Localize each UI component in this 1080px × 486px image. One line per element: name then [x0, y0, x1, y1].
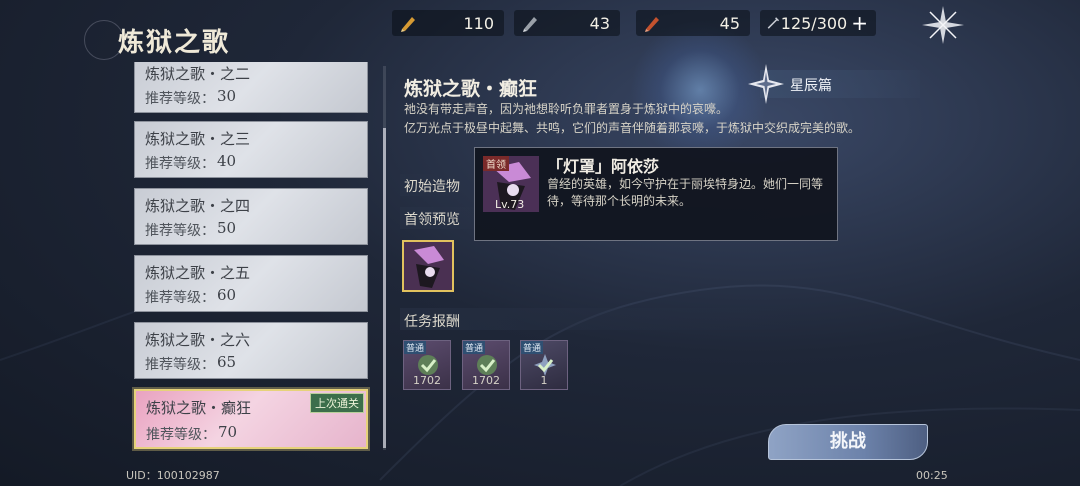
add-energy-button[interactable]: +	[851, 11, 868, 35]
resource-value: 43	[589, 13, 610, 33]
stage-description: 祂没有带走声音，因为祂想聆听负罪者置身于炼狱中的哀嚎。 亿万光点于极昼中起舞、共…	[404, 100, 924, 138]
stage-name: 炼狱之歌・癫狂	[146, 399, 252, 417]
reward-item[interactable]: 普通 1702	[462, 340, 510, 390]
stage-level-label: 推荐等级：	[145, 223, 215, 239]
challenge-button[interactable]: 挑战	[768, 424, 928, 460]
boss-preview-tile[interactable]	[402, 240, 454, 292]
player-uid: UID：100102987	[126, 469, 220, 482]
description-line: 亿万光点于极昼中起舞、共鸣，它们的声音伴随着那哀嚎，于炼狱中交织成完美的歌。	[404, 121, 861, 135]
section-band	[400, 308, 800, 330]
rewards-label: 任务报酬	[404, 314, 460, 330]
silver-pen-icon	[523, 17, 537, 32]
boss-name: 「灯罩」阿依莎	[547, 157, 660, 176]
reward-count: 1702	[472, 374, 500, 387]
stage-level-label: 推荐等级：	[145, 91, 215, 107]
resource-gold-pen[interactable]: 110	[392, 10, 504, 36]
stage-level-label: 推荐等级：	[145, 156, 215, 172]
close-icon[interactable]	[920, 4, 966, 46]
chapter-label: 星辰篇	[790, 78, 832, 94]
boss-rank-badge: 首领	[483, 156, 509, 171]
stage-item-selected[interactable]: 炼狱之歌・癫狂 推荐等级： 70 上次通关	[134, 389, 368, 449]
stage-detail-title: 炼狱之歌・癫狂	[404, 78, 538, 100]
stage-item[interactable]: 炼狱之歌・之三 推荐等级： 40	[134, 121, 368, 178]
stage-level: 30	[217, 87, 237, 105]
initial-artifact-label: 初始造物	[404, 179, 460, 195]
energy-icon	[767, 17, 780, 29]
stage-level: 60	[217, 286, 237, 304]
page-title: 炼狱之歌	[118, 28, 231, 58]
stage-level: 50	[217, 219, 237, 237]
resource-red-pen[interactable]: 45	[636, 10, 750, 36]
stage-level: 40	[217, 152, 237, 170]
last-clear-badge: 上次通关	[310, 393, 364, 413]
scrollbar-thumb[interactable]	[383, 128, 386, 448]
resource-energy[interactable]: 125/300 +	[760, 10, 876, 36]
boss-preview-label: 首领预览	[404, 212, 460, 228]
stage-level: 70	[218, 423, 238, 441]
stage-item[interactable]: 炼狱之歌・之二 推荐等级： 30	[134, 62, 368, 113]
stage-name: 炼狱之歌・之三	[145, 130, 251, 148]
stage-level-label: 推荐等级：	[145, 357, 215, 373]
stage-name: 炼狱之歌・之六	[145, 331, 251, 349]
reward-count: 1	[540, 374, 548, 387]
stage-level: 65	[217, 353, 237, 371]
stage-item[interactable]: 炼狱之歌・之四 推荐等级： 50	[134, 188, 368, 245]
resource-silver-pen[interactable]: 43	[514, 10, 620, 36]
red-pen-icon	[645, 17, 659, 32]
reward-item[interactable]: 普通 1	[520, 340, 568, 390]
boss-portrait-icon	[404, 242, 452, 290]
stage-item[interactable]: 炼狱之歌・之六 推荐等级： 65	[134, 322, 368, 379]
reward-item[interactable]: 普通 1702	[403, 340, 451, 390]
session-timer: 00:25	[916, 469, 948, 482]
resource-value: 45	[719, 13, 740, 33]
boss-description: 曾经的英雄，如今守护在于丽埃特身边。她们一同等待，等待那个长明的未来。	[547, 177, 824, 208]
stage-item[interactable]: 炼狱之歌・之五 推荐等级： 60	[134, 255, 368, 312]
resource-value: 125/300	[780, 13, 848, 33]
stage-level-label: 推荐等级：	[145, 290, 215, 306]
stage-name: 炼狱之歌・之五	[145, 264, 251, 282]
resource-value: 110	[463, 13, 494, 33]
stage-name: 炼狱之歌・之四	[145, 197, 251, 215]
gold-pen-icon	[401, 17, 415, 32]
stage-name: 炼狱之歌・之二	[145, 65, 251, 83]
stage-list[interactable]: 炼狱之歌・之二 推荐等级： 30 炼狱之歌・之三 推荐等级： 40 炼狱之歌・之…	[128, 62, 372, 456]
boss-level: Lv.73	[495, 198, 525, 211]
boss-tooltip: 首领 Lv.73 「灯罩」阿依莎 曾经的英雄，如今守护在于丽埃特身边。她们一同等…	[474, 147, 838, 241]
stage-level-label: 推荐等级：	[146, 427, 216, 443]
description-line: 祂没有带走声音，因为祂想聆听负罪者置身于炼狱中的哀嚎。	[404, 102, 729, 116]
reward-count: 1702	[413, 374, 441, 387]
